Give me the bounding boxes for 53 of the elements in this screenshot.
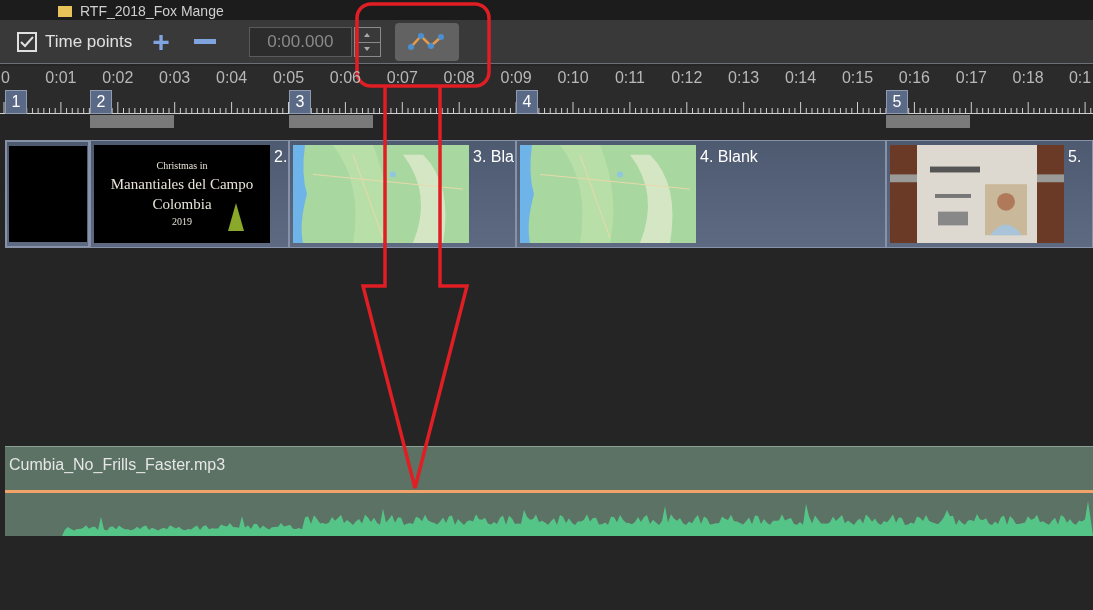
chart-button[interactable] [394,22,459,61]
slide-block[interactable]: 5. [886,140,1093,248]
time-field[interactable]: 0:00.000 [248,26,352,57]
slide-caption: 4. Blank [700,147,758,167]
slide-caption: 3. Bla [473,147,514,167]
audio-track[interactable]: Cumbia_No_Frills_Faster.mp3 [5,446,1093,536]
tree-icon [228,203,244,233]
slide-marker[interactable]: 1 [5,90,27,114]
ruler-label: 0:14 [785,68,817,88]
audio-filename: Cumbia_No_Frills_Faster.mp3 [9,455,226,475]
line-chart-icon [406,31,447,52]
slide-marker[interactable]: 2 [90,90,112,114]
ruler-label: 0:08 [443,68,475,88]
ruler-label: 0:05 [272,68,305,88]
slide-title-text: Colombia [152,195,212,214]
ruler-label: 0:03 [159,68,191,88]
slide-title-text: Manantiales del Campo [110,175,254,194]
ruler-label: 0:17 [955,68,987,88]
down-icon [364,47,371,51]
slide-caption: 2. [274,147,288,167]
folder-icon [58,6,72,17]
slide-title-text: Christmas in [156,159,208,173]
ruler-label: 0:01 [45,68,77,88]
ruler-label: 0:04 [216,68,248,88]
slide-marker[interactable]: 3 [289,90,311,114]
time-points-label: Time points [45,30,133,53]
time-points-checkbox[interactable] [17,31,37,52]
ruler-label: 0:16 [898,68,930,88]
slide-title-text: 2019 [172,215,192,229]
up-icon [364,32,371,37]
folder-name[interactable]: RTF_2018_Fox Mange [80,2,224,20]
ruler-label: 0:12 [671,68,703,88]
ruler-label: 0 [1,68,10,88]
time-spinner[interactable] [353,26,381,57]
ruler-label: 0:1 [1068,68,1092,88]
slide-caption: 5. [1068,147,1082,167]
ruler-label: 0:18 [1012,68,1044,88]
add-button[interactable]: + [150,26,172,57]
minus-icon [193,39,216,44]
slide-block[interactable] [5,140,90,248]
check-icon [20,35,34,48]
ruler-label: 0:11 [614,68,645,88]
ruler-label: 0:07 [386,68,418,88]
slide-block[interactable]: 4. Blank [516,140,886,248]
ruler-label: 0:10 [557,68,589,88]
slide-marker[interactable]: 5 [886,90,908,114]
slide-marker[interactable]: 4 [516,90,538,114]
slide-block[interactable]: 3. Bla [289,140,516,248]
ruler-label: 0:09 [500,68,532,88]
ruler-label: 0:15 [841,68,874,88]
slide-block[interactable]: Christmas in Manantiales del Campo Colombia 2019 2. [90,140,289,248]
ruler-label: 0:13 [728,68,760,88]
ruler-label: 0:02 [102,68,134,88]
